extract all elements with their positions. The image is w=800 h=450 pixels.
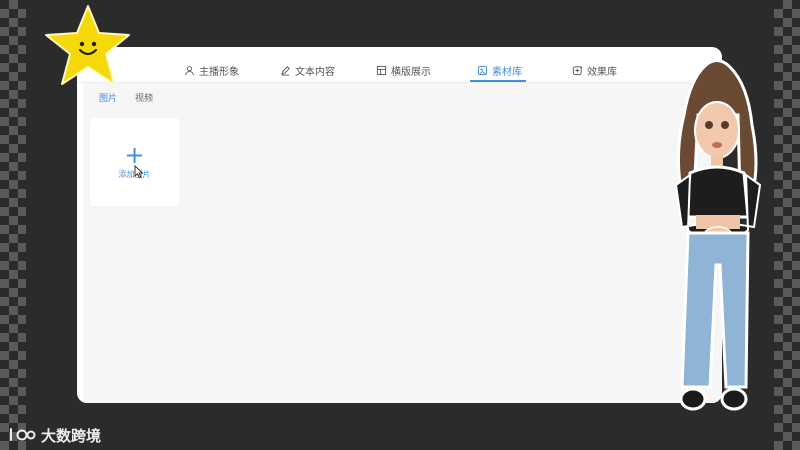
tab-label: 素材库 (492, 66, 522, 78)
brand-watermark: 大数跨境 (8, 424, 101, 446)
smiling-star-sticker (45, 5, 130, 85)
user-icon (185, 65, 194, 75)
mouse-pointer-icon (134, 165, 144, 179)
virtual-anchor-avatar (674, 59, 762, 411)
effect-icon (572, 65, 583, 75)
edit-icon (281, 65, 290, 76)
tab-text-content[interactable]: 文本内容 (280, 60, 335, 80)
tab-label: 横版展示 (391, 66, 431, 78)
tab-anchor-image[interactable]: 主播形象 (184, 60, 239, 80)
brand-logo-icon (10, 428, 36, 441)
material-icon (477, 65, 488, 75)
material-panel: 图片 视频 + 添加图片 (83, 83, 722, 403)
tab-label: 效果库 (587, 66, 617, 78)
plus-icon: + (124, 140, 145, 169)
add-image-button[interactable]: + 添加图片 (90, 118, 179, 206)
tab-horizontal-display[interactable]: 横版展示 (376, 60, 431, 80)
brand-name: 大数跨境 (41, 426, 102, 445)
tab-material-library[interactable]: 素材库 (477, 60, 522, 80)
top-tab-bar: 主播形象 文本内容 横版展示 素材库 效果库 (77, 47, 722, 83)
tab-label: 主播形象 (199, 66, 239, 78)
active-tab-indicator (470, 80, 526, 82)
tab-effect-library[interactable]: 效果库 (572, 60, 617, 80)
transparent-background-right (774, 0, 800, 450)
transparent-background-left (0, 0, 26, 450)
tab-label: 文本内容 (295, 66, 335, 78)
subtab-videos[interactable]: 视频 (135, 91, 153, 104)
subtab-images[interactable]: 图片 (99, 91, 117, 104)
layout-icon (376, 65, 387, 75)
editor-window: 主播形象 文本内容 横版展示 素材库 效果库 图片 视频 + 添加图片 (77, 47, 722, 403)
